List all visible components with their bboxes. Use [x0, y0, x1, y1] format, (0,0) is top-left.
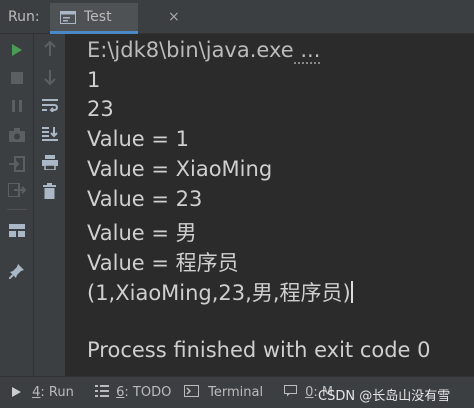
- terminal-tool-tab[interactable]: Terminal: [184, 385, 263, 400]
- console-line: Value = 23: [87, 187, 203, 211]
- arrow-up-icon[interactable]: [43, 41, 57, 57]
- login-icon[interactable]: [9, 156, 25, 172]
- command-line: E:\jdk8\bin\java.exe ...: [87, 38, 321, 64]
- console-line: Value = XiaoMing: [87, 157, 273, 181]
- console-line: Value = 男: [87, 221, 197, 245]
- trash-icon[interactable]: [43, 183, 56, 199]
- csdn-watermark: CSDN @长岛山没有雪: [318, 389, 451, 404]
- tab-test[interactable]: Test ×: [50, 3, 180, 34]
- run-tool-window-header: Run: Test ×: [0, 0, 474, 34]
- pin-icon[interactable]: [9, 263, 25, 279]
- run-tab-label: : Run: [40, 385, 74, 400]
- layout-icon[interactable]: [9, 224, 25, 237]
- messages-icon: [284, 385, 297, 397]
- console-line: Value = 1: [87, 127, 189, 151]
- rerun-icon[interactable]: [11, 43, 23, 57]
- console-window-icon: [60, 11, 76, 24]
- terminal-tab-label: Terminal: [208, 385, 264, 400]
- play-icon: [12, 387, 21, 397]
- run-tool-tab[interactable]: 4: Run: [12, 385, 74, 400]
- todo-tool-tab[interactable]: 6: TODO: [95, 385, 171, 400]
- close-icon[interactable]: ×: [168, 9, 180, 25]
- toolbar-divider: [7, 209, 27, 210]
- exit-icon[interactable]: [8, 183, 26, 197]
- soft-wrap-icon[interactable]: [42, 98, 58, 112]
- run-actions-toolbar: [0, 34, 34, 376]
- console-line: (1,XiaoMing,23,男,程序员): [87, 281, 351, 305]
- terminal-icon: [184, 385, 199, 397]
- print-icon[interactable]: [42, 155, 58, 170]
- command-ellipsis: ...: [293, 38, 321, 64]
- scroll-to-end-icon[interactable]: [42, 126, 58, 141]
- pause-icon[interactable]: [11, 100, 23, 112]
- command-text: E:\jdk8\bin\java.exe: [87, 38, 294, 62]
- arrow-down-icon[interactable]: [43, 69, 57, 85]
- console-actions-toolbar: [34, 34, 66, 376]
- exit-message: Process finished with exit code 0: [87, 338, 431, 362]
- bottom-tool-bar: 4: Run 6: TODO Terminal 0: M CSDN @长岛山没有…: [0, 376, 474, 408]
- todo-tab-label: : TODO: [124, 385, 172, 400]
- text-caret: [350, 281, 353, 303]
- console-line-with-caret: (1,XiaoMing,23,男,程序员): [87, 277, 353, 307]
- console-line: 1: [87, 68, 101, 92]
- console-output[interactable]: E:\jdk8\bin\java.exe ... 1 23 Value = 1 …: [66, 34, 474, 376]
- stop-icon[interactable]: [11, 72, 23, 84]
- tab-title: Test: [84, 9, 112, 25]
- console-line: 23: [87, 97, 114, 121]
- run-label: Run:: [8, 9, 40, 25]
- todo-list-icon: [95, 385, 109, 397]
- camera-icon[interactable]: [9, 128, 25, 142]
- console-line: Value = 程序员: [87, 251, 239, 275]
